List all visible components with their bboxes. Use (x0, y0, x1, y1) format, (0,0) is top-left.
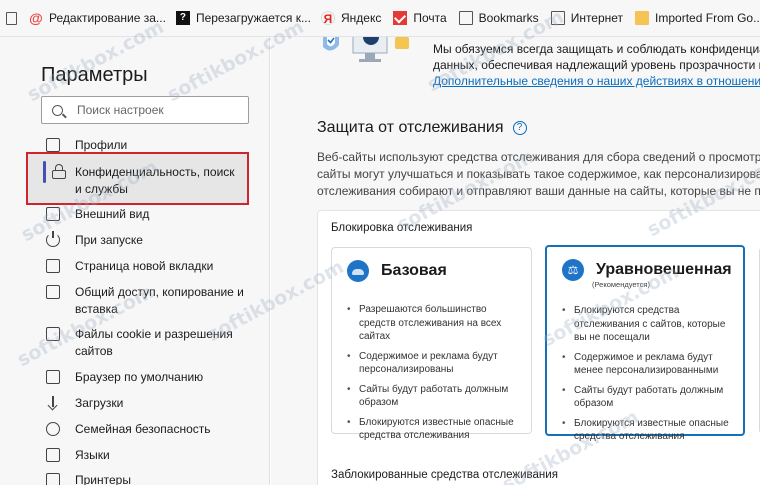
page-icon (6, 11, 17, 25)
question-icon: ? (175, 11, 190, 25)
privacy-illustration-icon (323, 37, 409, 62)
basic-icon (347, 260, 369, 282)
bookmark-item[interactable]: @ Редактирование за... (29, 5, 166, 31)
main-content: Мы обязуемся всегда защищать и соблюдать… (271, 37, 760, 485)
bookmark-item[interactable]: Интернет (550, 5, 623, 31)
bullet: Содержимое и реклама будут менее персона… (562, 351, 737, 378)
bookmark-item[interactable]: Bookmarks (458, 5, 539, 31)
sidebar-item-family[interactable]: Семейная безопасность (46, 421, 256, 438)
sidebar-item-downloads[interactable]: Загрузки (46, 395, 256, 412)
sidebar-item-appearance[interactable]: Внешний вид (46, 206, 256, 223)
page-icon (550, 11, 565, 25)
bullet: Блокируются известные опасные средства о… (562, 417, 737, 444)
tracking-prevention-title: Защита от отслеживания ? (317, 119, 527, 137)
active-indicator (43, 161, 46, 183)
mail-icon (393, 11, 408, 25)
sidebar-item-share[interactable]: Общий доступ, копирование и вставка (46, 284, 246, 318)
tracking-description: Веб-сайты используют средства отслеживан… (317, 150, 760, 198)
download-icon (46, 396, 60, 410)
privacy-intro: Мы обязуемся всегда защищать и соблюдать… (433, 41, 760, 89)
bookmark-item[interactable]: ? Перезагружается к... (175, 5, 311, 31)
appearance-icon (46, 207, 60, 221)
recommended-label: (Рекомендуется) (592, 280, 650, 289)
bookmark-page[interactable] (6, 5, 17, 31)
bullet: Сайты будут работать должным образом (347, 383, 522, 410)
folder-icon (635, 11, 650, 25)
privacy-learn-more-link[interactable]: Дополнительные сведения о наших действия… (433, 73, 760, 89)
sidebar-item-cookies[interactable]: Файлы cookie и разрешения сайтов (46, 326, 246, 360)
sidebar-item-new-tab[interactable]: Страница новой вкладки (46, 258, 256, 275)
bookmark-item[interactable]: Я Яндекс (320, 5, 381, 31)
bookmark-item[interactable]: Почта (393, 5, 447, 31)
profile-icon (46, 138, 60, 152)
share-icon (46, 285, 60, 299)
option-bullets: Блокируются средства отслеживания с сайт… (562, 304, 737, 450)
tracking-prevention-card: Блокировка отслеживания Базовая Разрешаю… (317, 210, 760, 485)
option-bullets: Разрешаются большинство средств отслежив… (347, 303, 522, 449)
at-icon: @ (29, 10, 43, 26)
card-title: Блокировка отслеживания (331, 222, 473, 234)
page-icon (458, 11, 473, 25)
option-balanced[interactable]: Уравновешенная (Рекомендуется) Блокируют… (545, 245, 745, 442)
family-icon (46, 422, 60, 436)
help-icon[interactable]: ? (512, 121, 527, 135)
lock-icon (52, 164, 66, 179)
cookie-icon (46, 327, 60, 341)
search-input[interactable] (77, 103, 227, 117)
sidebar-item-privacy[interactable]: Конфиденциальность, поиск и службы (52, 164, 242, 198)
power-icon (46, 231, 60, 247)
sidebar-item-default-browser[interactable]: Браузер по умолчанию (46, 369, 256, 386)
page-title: Параметры (41, 64, 148, 86)
search-icon (52, 104, 63, 116)
printer-icon (46, 473, 60, 485)
browser-icon (46, 370, 60, 384)
bullet: Разрешаются большинство средств отслежив… (347, 303, 522, 344)
blocked-trackers-link[interactable]: Заблокированные средства отслеживания (331, 469, 558, 481)
bullet: Сайты будут работать должным образом (562, 384, 737, 411)
bullet: Содержимое и реклама будут персонализиро… (347, 350, 522, 377)
bullet: Блокируются средства отслеживания с сайт… (562, 304, 737, 345)
bookmark-folder[interactable]: Imported From Go... (635, 5, 760, 31)
sidebar-item-startup[interactable]: При запуске (46, 231, 256, 249)
option-name: Базовая (381, 262, 447, 279)
bookmarks-bar: @ Редактирование за... ? Перезагружается к… (0, 0, 760, 37)
new-tab-icon (46, 259, 60, 273)
balance-scale-icon (562, 259, 584, 281)
bullet: Блокируются известные опасные средства о… (347, 416, 522, 443)
sidebar-item-languages[interactable]: Языки (46, 447, 256, 464)
language-icon (46, 448, 60, 462)
yandex-icon: Я (320, 11, 335, 26)
sidebar-item-printers[interactable]: Принтеры (46, 472, 256, 485)
search-box[interactable] (41, 96, 249, 124)
sidebar-item-profiles[interactable]: Профили (46, 137, 256, 154)
option-basic[interactable]: Базовая Разрешаются большинство средств … (331, 247, 532, 441)
option-name: Уравновешенная (596, 261, 732, 278)
